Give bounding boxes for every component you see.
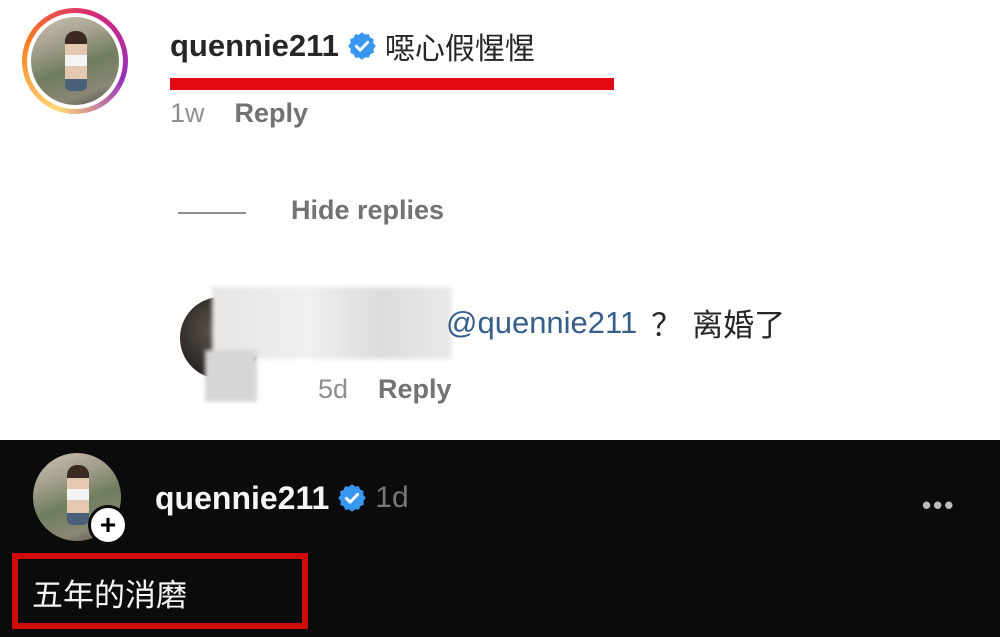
blurred-region bbox=[205, 350, 257, 402]
verified-badge-icon bbox=[338, 484, 367, 512]
hide-replies-button[interactable]: Hide replies bbox=[291, 195, 444, 226]
story-ring-avatar[interactable] bbox=[22, 8, 128, 114]
comments-panel-light: quennie211 噁心假惺惺 1w Reply Hide replies @… bbox=[0, 0, 1000, 440]
comment-time: 1w bbox=[170, 98, 205, 128]
comment-username[interactable]: quennie211 bbox=[170, 28, 339, 64]
comment-text: 噁心假惺惺 bbox=[384, 32, 535, 67]
blurred-username bbox=[212, 287, 452, 359]
post-username[interactable]: quennie211 bbox=[155, 480, 329, 517]
highlight-underline bbox=[170, 78, 614, 90]
post-text: 五年的消磨 bbox=[32, 578, 187, 614]
comment-header: quennie211 噁心假惺惺 bbox=[170, 22, 535, 70]
follow-plus-icon[interactable]: + bbox=[88, 505, 128, 545]
verified-badge-icon bbox=[348, 32, 376, 60]
post-time: 1d bbox=[375, 481, 409, 514]
mention-link[interactable]: @quennie211 bbox=[446, 305, 637, 341]
avatar bbox=[31, 17, 119, 105]
comment-meta: 1w Reply bbox=[170, 98, 308, 129]
reply-button[interactable]: Reply bbox=[235, 98, 309, 129]
more-options-icon[interactable]: ••• bbox=[922, 490, 955, 521]
hide-replies-divider bbox=[178, 212, 246, 214]
reply-reply-button[interactable]: Reply bbox=[378, 374, 452, 405]
post-header: quennie211 1d bbox=[155, 476, 409, 520]
reply-meta: 5d Reply bbox=[318, 374, 452, 405]
reply-text: ？ 离婚了 bbox=[651, 308, 786, 344]
reply-time: 5d bbox=[318, 374, 349, 404]
reply-content: @quennie211 ？ 离婚了 bbox=[446, 300, 785, 345]
